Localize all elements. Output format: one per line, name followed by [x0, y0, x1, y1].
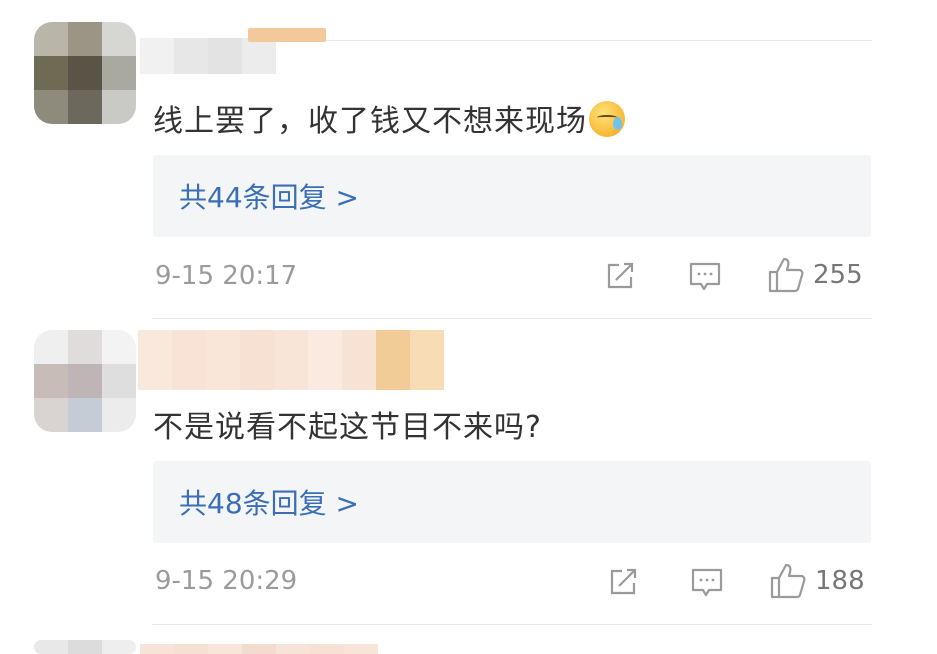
replies-box[interactable]: 共44条回复 >	[153, 155, 871, 237]
username[interactable]	[140, 644, 378, 654]
replies-box[interactable]: 共48条回复 >	[153, 461, 871, 543]
comment-text: 线上罢了，收了钱又不想来现场	[153, 96, 625, 140]
avatar[interactable]	[34, 22, 136, 124]
avatar[interactable]	[34, 330, 136, 432]
comment-text: 不是说看不起这节目不来吗?	[153, 402, 542, 446]
share-button[interactable]	[605, 261, 637, 291]
divider	[152, 624, 872, 625]
thumbs-up-icon	[769, 562, 807, 600]
comment-button[interactable]	[690, 567, 724, 599]
share-icon	[608, 567, 640, 597]
share-icon	[605, 261, 637, 291]
timestamp: 9-15 20:29	[155, 566, 298, 596]
view-replies-link[interactable]: 共44条回复 >	[179, 176, 359, 216]
share-button[interactable]	[608, 567, 640, 597]
timestamp: 9-15 20:17	[155, 261, 298, 291]
thumbs-up-icon	[767, 256, 805, 294]
like-count: 255	[813, 260, 863, 290]
comment-icon	[690, 567, 724, 599]
comment-button[interactable]	[688, 261, 722, 293]
comment-icon	[688, 261, 722, 293]
view-replies-link[interactable]: 共48条回复 >	[179, 482, 359, 522]
comment-body: 线上罢了，收了钱又不想来现场	[153, 104, 587, 139]
like-count: 188	[815, 566, 865, 596]
username[interactable]	[140, 38, 276, 74]
like-button[interactable]: 255	[767, 256, 863, 294]
divider	[152, 318, 872, 319]
like-button[interactable]: 188	[769, 562, 865, 600]
username[interactable]	[138, 330, 444, 390]
sweat-face-emoji-icon	[589, 101, 625, 137]
comment-body: 不是说看不起这节目不来吗?	[153, 410, 542, 445]
username-badge	[248, 28, 326, 42]
comment-list: 线上罢了，收了钱又不想来现场 共44条回复 > 9-15 20:17 255 不…	[0, 0, 937, 654]
avatar[interactable]	[34, 640, 136, 654]
